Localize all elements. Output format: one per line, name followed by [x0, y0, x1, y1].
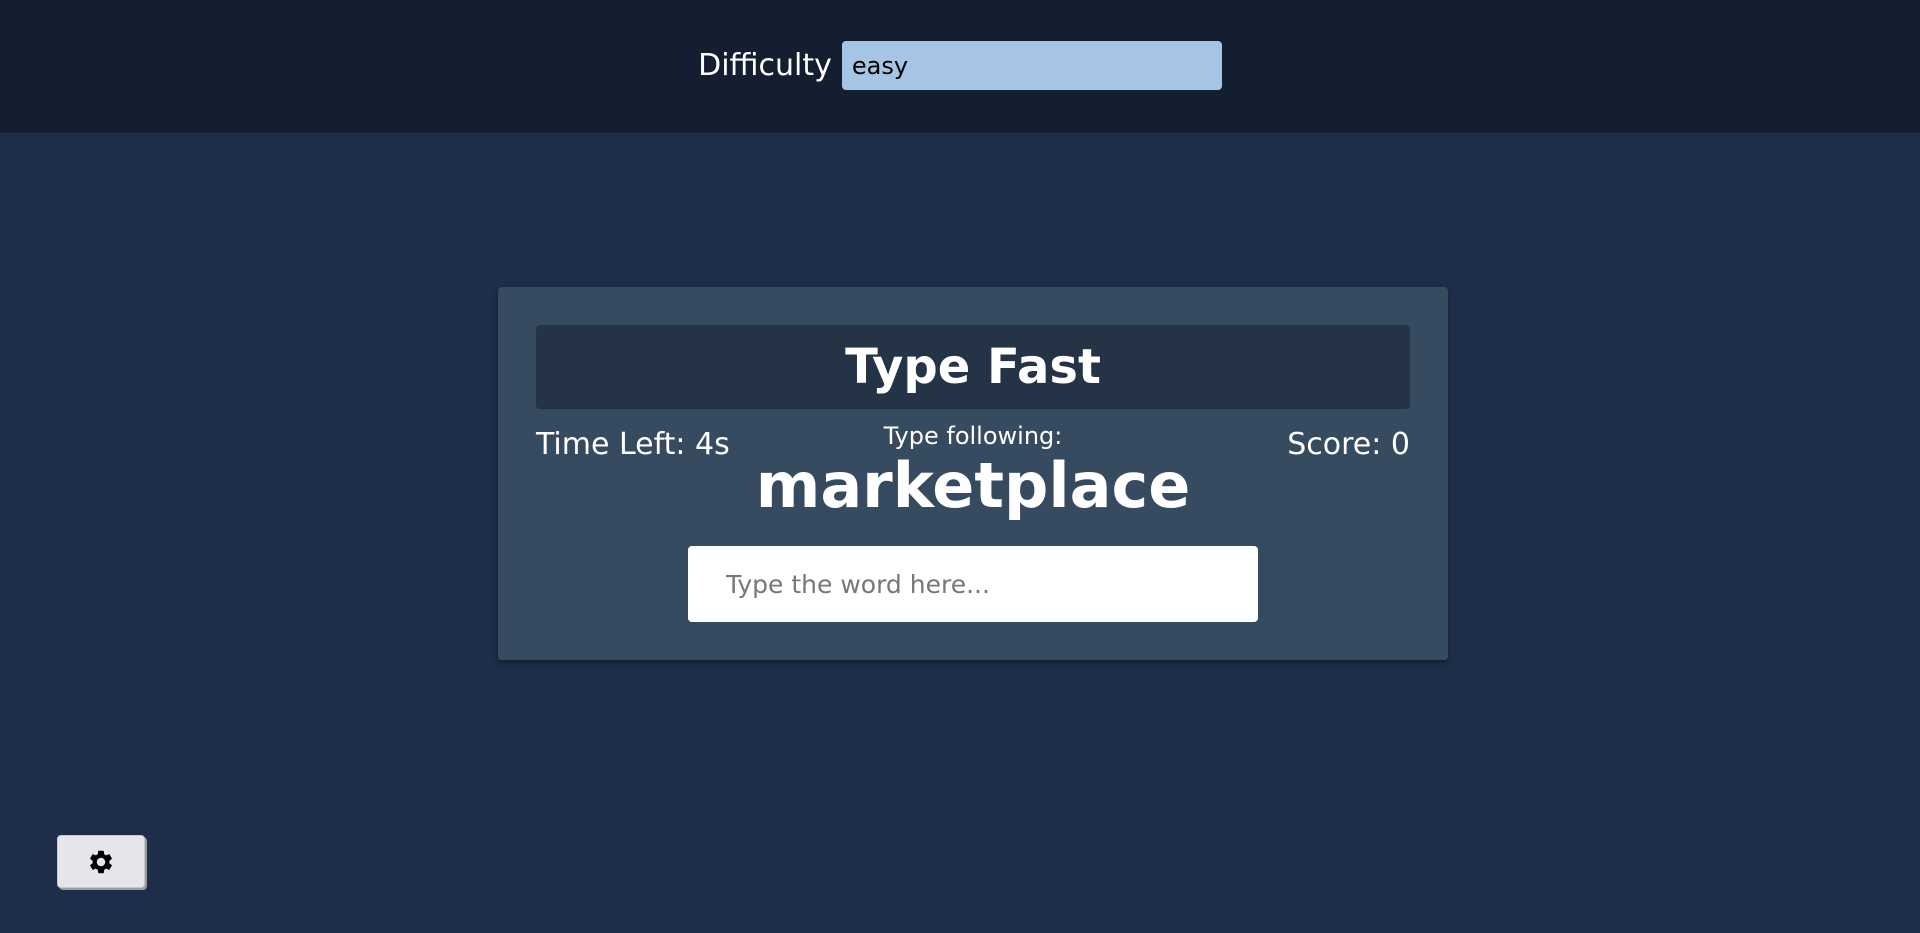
difficulty-selected-value: easy	[851, 51, 909, 80]
settings-toggle-button[interactable]	[57, 835, 145, 888]
difficulty-select[interactable]: easy	[841, 41, 1222, 90]
difficulty-form: Difficulty easy	[698, 41, 1222, 90]
settings-bar: Difficulty easy	[0, 0, 1920, 133]
gear-icon	[90, 850, 112, 873]
game-container: Type Fast Time Left: 4s Type following: …	[498, 287, 1448, 660]
target-word: marketplace	[755, 449, 1191, 522]
game-title: Type Fast	[845, 339, 1101, 395]
title-box: Type Fast	[536, 325, 1410, 409]
difficulty-label: Difficulty	[698, 48, 832, 83]
word-input[interactable]	[688, 546, 1258, 622]
